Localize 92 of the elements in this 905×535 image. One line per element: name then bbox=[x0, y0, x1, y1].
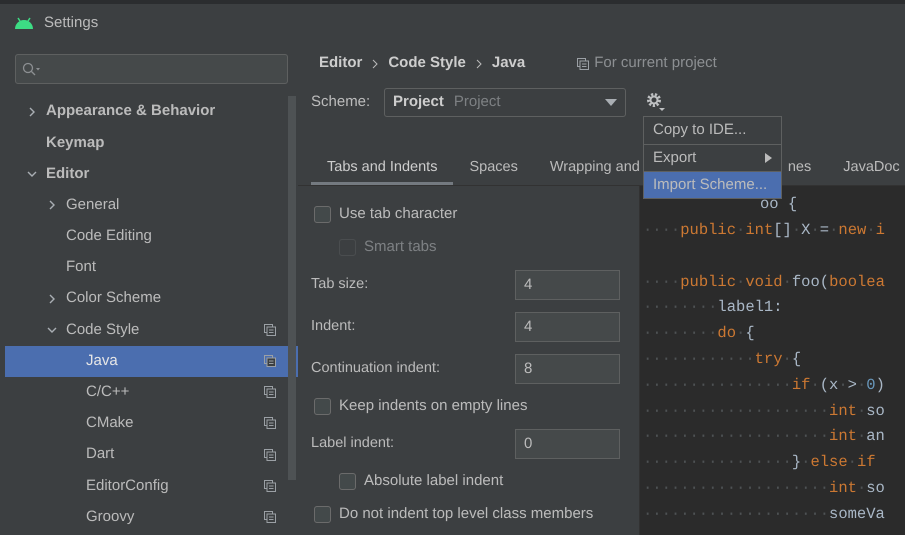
dropdown-arrow-icon bbox=[605, 98, 617, 106]
copy-icon bbox=[264, 448, 276, 461]
tree-item[interactable]: Color Scheme bbox=[5, 283, 298, 314]
tree-item[interactable]: Keymap bbox=[5, 127, 298, 158]
search-icon bbox=[22, 62, 42, 76]
tree-item[interactable]: Code Style bbox=[5, 314, 298, 346]
scrollbar[interactable] bbox=[288, 96, 296, 480]
number-field[interactable]: 0 bbox=[515, 429, 620, 459]
chevron-right-icon bbox=[476, 58, 482, 68]
code-line: ····public·void·foo(boolea bbox=[643, 272, 885, 293]
tree-label: Code Style bbox=[66, 320, 140, 340]
checkbox-label: Do not indent top level class members bbox=[339, 504, 594, 524]
tab[interactable]: Wrapping and bbox=[534, 154, 640, 185]
tree-label: Editor bbox=[46, 164, 90, 184]
tree-item[interactable]: Code Editing bbox=[5, 220, 298, 252]
code-line: ············try·{ bbox=[643, 349, 802, 370]
copy-icon bbox=[264, 480, 276, 492]
code-line: ····················someVa bbox=[643, 504, 885, 525]
tree-item[interactable]: Editor bbox=[5, 158, 298, 190]
tree-label: EditorConfig bbox=[86, 476, 169, 496]
tree-label: CMake bbox=[86, 413, 134, 434]
field-label: Continuation indent: bbox=[311, 359, 441, 378]
code-line: ····················int·so bbox=[643, 400, 885, 422]
code-line: ····················int·an bbox=[643, 426, 885, 448]
chevron-right-icon[interactable] bbox=[47, 200, 57, 210]
tree-label: Color Scheme bbox=[66, 288, 162, 308]
checkbox-label: Absolute label indent bbox=[364, 471, 504, 492]
code-line: ········label1: bbox=[643, 297, 783, 318]
checkbox-label: Keep indents on empty lines bbox=[339, 396, 528, 416]
tree-label: Font bbox=[66, 257, 96, 278]
chevron-right-icon[interactable] bbox=[47, 294, 57, 304]
tree-label: Keymap bbox=[46, 132, 104, 153]
chevron-down-icon[interactable] bbox=[27, 168, 37, 179]
search-field[interactable] bbox=[15, 54, 288, 84]
tree-item[interactable]: Appearance & Behavior bbox=[5, 96, 298, 128]
number-field[interactable]: 4 bbox=[515, 312, 620, 342]
scheme-label: Scheme: bbox=[311, 92, 372, 112]
tree-item[interactable]: Groovy bbox=[5, 501, 298, 533]
chevron-right-icon bbox=[372, 58, 378, 68]
code-line: ········do·{ bbox=[643, 323, 755, 344]
scheme-name: Project bbox=[393, 92, 444, 112]
tab[interactable]: Spaces bbox=[453, 154, 534, 185]
tree-label: General bbox=[66, 194, 120, 215]
scheme-dropdown[interactable]: Project Project bbox=[384, 88, 626, 116]
checkbox[interactable] bbox=[314, 506, 331, 523]
scope-note: For current project bbox=[594, 53, 717, 74]
checkbox-label: Smart tabs bbox=[364, 237, 437, 258]
code-line: ················}·else·if bbox=[643, 452, 876, 474]
android-logo-icon bbox=[14, 17, 34, 29]
tree-item[interactable]: C/C++ bbox=[5, 376, 298, 408]
code-line: ····public·int[]·X·=·new·i bbox=[643, 220, 885, 242]
breadcrumb-item[interactable]: Editor bbox=[319, 52, 362, 75]
copy-icon bbox=[264, 386, 276, 398]
tree-item[interactable]: EditorConfig bbox=[5, 470, 298, 502]
code-line: ····················int·so bbox=[643, 478, 885, 500]
breadcrumb-item[interactable]: Java bbox=[492, 52, 526, 75]
field-label: Indent: bbox=[311, 317, 356, 336]
menu-item[interactable]: Copy to IDE... bbox=[644, 117, 781, 144]
tree-item[interactable]: General bbox=[5, 190, 298, 221]
checkbox[interactable] bbox=[314, 206, 331, 223]
tree-item[interactable]: Font bbox=[5, 252, 298, 284]
tree-label: Appearance & Behavior bbox=[46, 101, 216, 122]
tab[interactable]: Tabs and Indents bbox=[311, 154, 454, 185]
tree-item[interactable]: CMake bbox=[5, 408, 298, 440]
tree-item[interactable]: Java bbox=[5, 346, 298, 377]
field-label: Tab size: bbox=[311, 275, 370, 294]
copy-icon bbox=[264, 324, 276, 336]
scheme-detail: Project bbox=[454, 92, 502, 112]
tree-label: Groovy bbox=[86, 506, 134, 527]
copy-icon bbox=[577, 58, 590, 70]
copy-icon bbox=[264, 417, 276, 430]
copy-icon bbox=[264, 511, 276, 524]
chevron-down-icon[interactable] bbox=[47, 324, 57, 335]
settings-icon[interactable] bbox=[645, 91, 667, 113]
tree-item[interactable]: Dart bbox=[5, 439, 298, 470]
tree-label: C/C++ bbox=[86, 382, 130, 402]
tab[interactable]: JavaDoc bbox=[827, 154, 905, 185]
number-field[interactable]: 4 bbox=[515, 270, 620, 300]
checkbox[interactable] bbox=[314, 398, 331, 415]
tree-label: Java bbox=[86, 350, 118, 371]
code-line: ················if·(x·>·0) bbox=[643, 374, 885, 396]
number-field[interactable]: 8 bbox=[515, 354, 620, 384]
field-label: Label indent: bbox=[311, 434, 396, 454]
breadcrumb-item[interactable]: Code Style bbox=[388, 52, 466, 75]
window-title: Settings bbox=[44, 12, 98, 33]
tree-label: Code Editing bbox=[66, 226, 152, 246]
checkbox-label: Use tab character bbox=[339, 204, 458, 224]
checkbox[interactable] bbox=[339, 473, 356, 490]
tree-label: Dart bbox=[86, 444, 114, 464]
copy-icon bbox=[264, 355, 276, 368]
chevron-right-icon[interactable] bbox=[27, 106, 37, 117]
tab[interactable]: nes bbox=[788, 154, 828, 185]
